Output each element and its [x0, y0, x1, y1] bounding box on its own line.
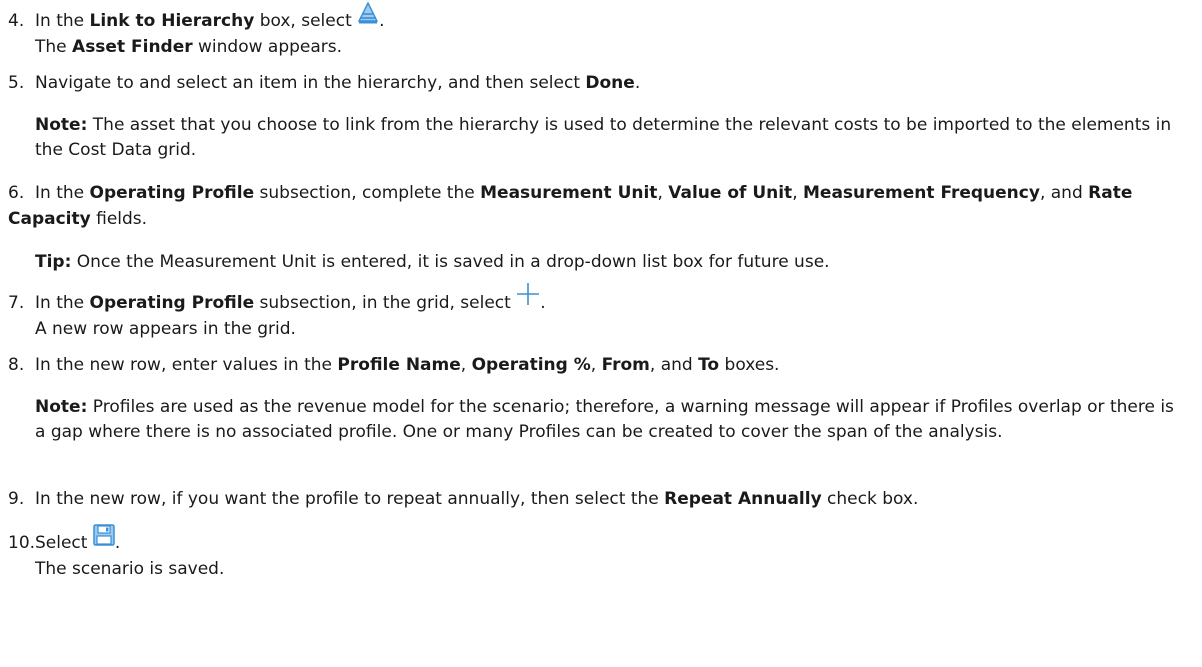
hierarchy-icon[interactable]	[357, 1, 379, 32]
step-4-result: The Asset Finder window appears.	[35, 37, 343, 57]
step-10-result: The scenario is saved.	[35, 559, 225, 579]
tip-label: Tip:	[35, 252, 72, 272]
save-icon[interactable]	[93, 524, 115, 554]
step-7: 7. In the Operating Profile subsection, i…	[8, 283, 1198, 316]
step-number: 7.	[8, 293, 25, 313]
step-6: 6. In the Operating Profile subsection, c…	[8, 180, 1198, 232]
step-number: 9.	[8, 489, 25, 509]
step-9: 9. In the new row, if you want the profil…	[8, 486, 1198, 512]
note-label: Note:	[35, 115, 88, 135]
button-name: Done	[585, 73, 635, 93]
plus-icon[interactable]	[516, 282, 540, 314]
field-name: Link to Hierarchy	[89, 11, 255, 31]
step-8-note: Note: Profiles are used as the revenue m…	[35, 395, 1185, 445]
step-5-note: Note: The asset that you choose to link …	[35, 113, 1185, 163]
window-name: Asset Finder	[72, 37, 193, 57]
step-number: 5.	[8, 73, 25, 93]
tip-text: Once the Measurement Unit is entered, it…	[71, 252, 830, 272]
step-number: 8.	[8, 355, 25, 375]
step-7-result: A new row appears in the grid.	[35, 319, 296, 339]
note-text: The asset that you choose to link from t…	[35, 115, 1172, 160]
note-label: Note:	[35, 397, 88, 417]
procedure-document: 4. In the Link to Hierarchy box, select .…	[0, 0, 1202, 667]
step-8: 8. In the new row, enter values in the Pr…	[8, 352, 1198, 378]
step-6-tip: Tip: Once the Measurement Unit is entere…	[35, 250, 1185, 275]
step-number: 10.	[8, 533, 36, 553]
step-number: 4.	[8, 11, 25, 31]
note-text: Profiles are used as the revenue model f…	[35, 397, 1174, 442]
step-10: 10.Select .	[8, 524, 1198, 556]
step-5: 5. Navigate to and select an item in the …	[8, 70, 1198, 96]
step-number: 6.	[8, 183, 25, 203]
step-4: 4. In the Link to Hierarchy box, select .	[8, 1, 1198, 34]
